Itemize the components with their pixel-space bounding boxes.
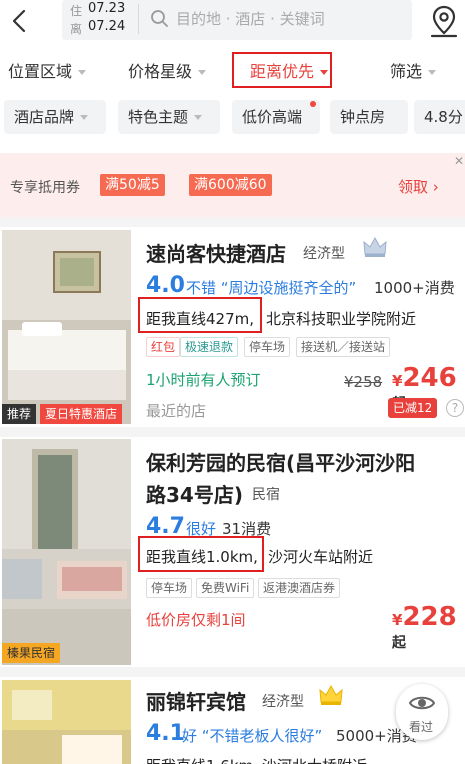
hotel-card[interactable]: 丽锦轩宾馆 经济型 4.1 好 “不错老板人很好” 5000+消费 距我直线1.… <box>0 677 465 764</box>
score-comment: 好 “不错老板人很好” <box>182 727 323 745</box>
filter-price-star[interactable]: 价格星级 <box>128 62 207 82</box>
tag-free-wifi: 免费WiFi <box>196 578 255 598</box>
divider <box>0 217 465 227</box>
tag-parking: 停车场 <box>146 578 193 598</box>
hotel-price: ¥228 起 <box>392 602 465 652</box>
discount-badge: 已减12 <box>388 398 438 418</box>
summer-deal-badge: 夏日特惠酒店 <box>40 404 123 424</box>
checkout-date[interactable]: 07.24 <box>88 19 125 34</box>
highlight-box <box>138 297 262 333</box>
filter-location-label: 位置区域 <box>8 62 73 81</box>
location-text: 沙河北大桥附近 <box>262 755 367 764</box>
hotel-card[interactable]: 榛果民宿 保利芳园的民宿(昌平沙河沙阳 路34号店) 民宿 4.7 很好 31消… <box>0 437 465 667</box>
consume-count: 1000+消费 <box>374 279 455 297</box>
hotel-photo <box>2 680 131 764</box>
checkin-date[interactable]: 07.23 <box>88 1 125 16</box>
filter-location[interactable]: 位置区域 <box>8 62 87 82</box>
hotel-card[interactable]: 推荐 夏日特惠酒店 速尚客快捷酒店 经济型 4.0 不错 “周边设施挺齐全的” … <box>0 227 465 427</box>
chip-low-price-high-end[interactable]: 低价高端 <box>232 100 320 134</box>
location-text: 北京科技职业学院附近 <box>266 310 417 328</box>
filter-more-label: 筛选 <box>390 62 423 81</box>
map-pin-icon[interactable] <box>428 4 460 38</box>
filter-more[interactable]: 筛选 <box>390 62 437 82</box>
hotel-name[interactable]: 丽锦轩宾馆 <box>146 686 246 715</box>
recommend-badge: 推荐 <box>2 404 37 424</box>
tag-fast-refund: 极速退款 <box>180 337 239 357</box>
filter-price-label: 价格星级 <box>128 62 193 81</box>
hazel-homestay-badge: 榛果民宿 <box>2 643 61 663</box>
location-text: 沙河火车站附近 <box>268 548 374 566</box>
price-value: 228 <box>402 602 457 632</box>
chevron-down-icon <box>78 70 87 75</box>
chip-label: 低价高端 <box>242 108 303 126</box>
distance-text: 距我直线1.6km, <box>146 755 258 764</box>
checkout-label: 离 <box>70 22 83 36</box>
tag-shuttle: 接送机／接送站 <box>296 337 391 357</box>
hotel-score: 4.0 <box>146 273 185 298</box>
highlight-box <box>232 52 332 88</box>
viewed-label: 看过 <box>409 720 434 734</box>
search-input[interactable]: 目的地 · 酒店 · 关键词 <box>176 9 325 29</box>
original-price: ¥258 <box>344 373 383 391</box>
close-icon[interactable]: ✕ <box>454 154 464 168</box>
back-arrow-icon[interactable] <box>8 8 32 34</box>
low-price-room-text: 低价房仅剩1间 <box>146 611 246 629</box>
chip-hotel-brand[interactable]: 酒店品牌 <box>4 100 106 134</box>
coupon-tag-600: 满600减60 <box>189 174 272 196</box>
coupon-tag-50: 满50减5 <box>100 174 165 196</box>
chip-theme[interactable]: 特色主题 <box>118 100 220 134</box>
price-value: 246 <box>402 363 457 393</box>
hotel-score: 4.1 <box>146 721 185 746</box>
chevron-down-icon <box>198 70 207 75</box>
tag-red-packet: 红包 <box>146 337 181 357</box>
nearest-store-text: 最近的店 <box>146 402 207 420</box>
recent-booking: 1小时前有人预订 <box>146 371 261 389</box>
chip-hourly-room[interactable]: 钟点房 <box>330 100 408 134</box>
chip-label: 钟点房 <box>340 108 386 126</box>
checkin-label: 住 <box>70 4 83 18</box>
top-bar: 住 07.23 离 07.24 目的地 · 酒店 · 关键词 <box>0 0 465 46</box>
hotel-type: 经济型 <box>262 694 304 710</box>
hotel-name-line2[interactable]: 路34号店) <box>146 479 243 508</box>
divider <box>0 427 465 437</box>
chevron-down-icon <box>194 115 203 120</box>
coupon-banner: 专享抵用券 满50减5 满600减60 领取 › <box>0 153 465 217</box>
chip-label: 4.8分 <box>424 108 463 126</box>
hotel-type: 民宿 <box>252 487 280 503</box>
red-dot-badge <box>310 101 316 107</box>
crown-icon <box>319 684 343 705</box>
coupon-claim-link[interactable]: 领取 › <box>398 176 439 197</box>
coupon-title: 专享抵用券 <box>10 180 80 196</box>
price-symbol: ¥ <box>392 611 403 629</box>
chip-label: 特色主题 <box>128 108 189 126</box>
divider <box>0 667 465 677</box>
viewed-history-button[interactable]: 看过 <box>396 684 448 740</box>
chip-rating[interactable]: 4.8分 <box>414 100 465 134</box>
price-suffix: 起 <box>392 635 406 651</box>
eye-icon <box>409 696 435 710</box>
search-bar[interactable]: 住 07.23 离 07.24 目的地 · 酒店 · 关键词 <box>62 0 412 40</box>
chevron-down-icon <box>80 115 89 120</box>
crown-icon <box>363 236 387 257</box>
hotel-photo <box>2 230 131 424</box>
hotel-type: 经济型 <box>303 246 345 262</box>
chevron-down-icon <box>428 70 437 75</box>
hotel-name[interactable]: 速尚客快捷酒店 <box>146 238 286 267</box>
search-icon <box>151 10 168 27</box>
tag-parking: 停车场 <box>244 337 291 357</box>
help-icon[interactable]: ? <box>446 399 464 417</box>
price-symbol: ¥ <box>392 372 403 390</box>
highlight-box <box>138 536 264 572</box>
tag-hk-macau-coupon: 返港澳酒店券 <box>258 578 341 598</box>
hotel-name-line1[interactable]: 保利芳园的民宿(昌平沙河沙阳 <box>146 447 415 476</box>
hotel-photo <box>2 439 131 665</box>
date-divider <box>138 4 139 34</box>
score-comment: 不错 “周边设施挺齐全的” <box>186 279 357 297</box>
chip-label: 酒店品牌 <box>14 108 75 126</box>
